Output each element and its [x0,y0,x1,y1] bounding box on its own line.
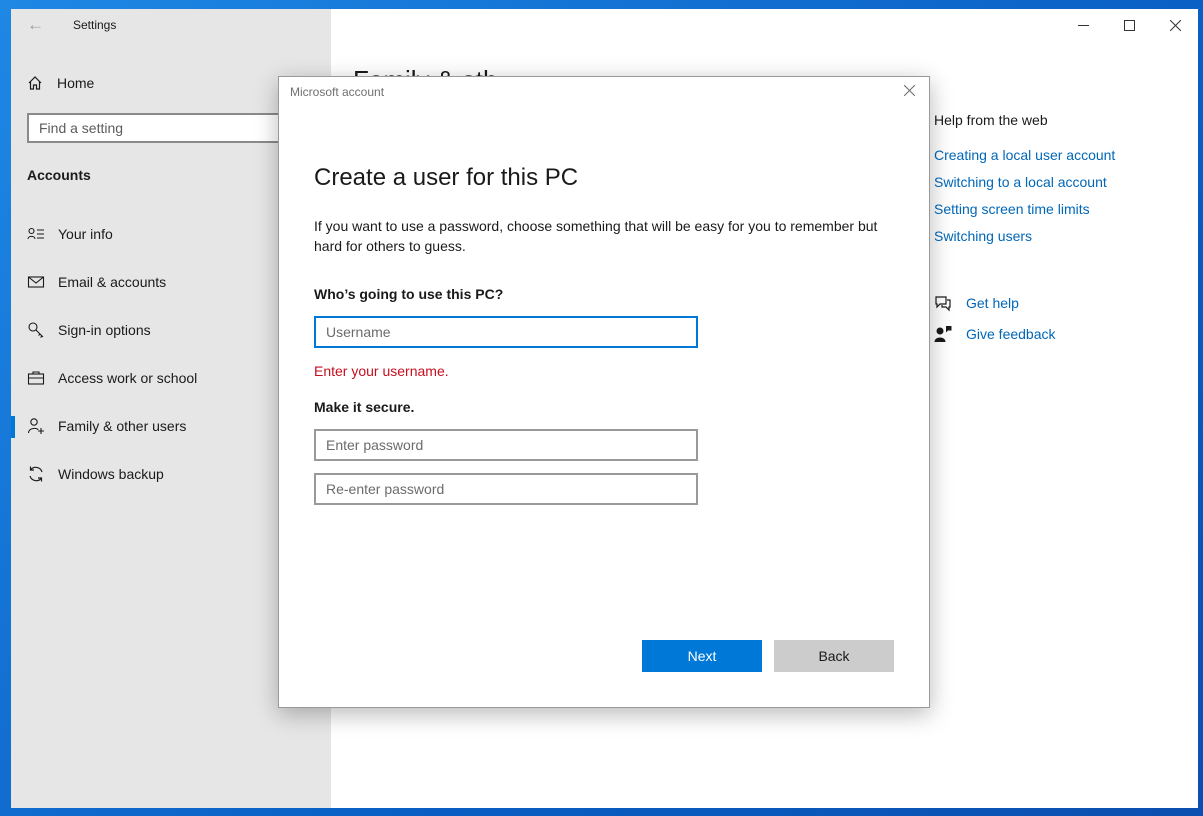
sidebar-item-label: Email & accounts [58,274,167,290]
back-arrow-icon[interactable]: ← [27,15,44,35]
close-window-button[interactable] [1152,9,1198,41]
sync-icon [29,466,43,482]
help-link-creating-local-account[interactable]: Creating a local user account [934,147,1115,163]
help-link-screen-time-limits[interactable]: Setting screen time limits [934,201,1090,217]
home-nav[interactable]: Home [27,72,94,94]
key-icon [28,322,44,338]
microsoft-account-dialog: Microsoft account Create a user for this… [278,76,930,708]
sidebar-item-label: Windows backup [58,466,164,482]
person-card-icon [27,227,44,240]
back-button[interactable]: Back [774,640,894,672]
minimize-button[interactable] [1060,9,1106,41]
sidebar-item-label: Family & other users [58,418,187,434]
title-bar: ← Settings [11,9,331,41]
home-label: Home [57,75,95,91]
help-section-title: Help from the web [934,112,1048,128]
sidebar-item-label: Your info [58,226,113,242]
sidebar-item-label: Access work or school [58,370,198,386]
who-label: Who’s going to use this PC? [314,286,504,302]
password-input[interactable] [314,429,698,461]
get-help-link[interactable]: Get help [934,294,1019,312]
window-title: Settings [73,18,117,32]
chat-help-icon [935,296,951,312]
close-icon [1169,19,1181,31]
minimize-icon [1077,24,1089,26]
section-title: Accounts [27,167,91,183]
username-input[interactable] [314,316,698,348]
maximize-icon [1123,19,1135,31]
username-error: Enter your username. [314,363,449,379]
feedback-icon [934,326,952,342]
briefcase-icon [27,371,45,385]
dialog-description: If you want to use a password, choose so… [314,218,878,254]
reenter-password-input[interactable] [314,473,698,505]
home-icon [28,76,42,90]
help-link-switching-users[interactable]: Switching users [934,228,1032,244]
help-link-switching-local-account[interactable]: Switching to a local account [934,174,1107,190]
mail-icon [27,276,45,288]
close-icon [903,84,916,97]
dialog-heading: Create a user for this PC [314,164,579,191]
person-add-icon [27,418,44,434]
secure-label: Make it secure. [314,399,415,415]
maximize-button[interactable] [1106,9,1152,41]
sidebar-item-label: Sign-in options [58,322,151,338]
next-button[interactable]: Next [642,640,762,672]
dialog-title: Microsoft account [290,85,385,99]
give-feedback-label: Give feedback [966,326,1056,342]
get-help-label: Get help [966,295,1019,311]
window-controls [1060,9,1198,41]
dialog-close-button[interactable] [903,83,916,101]
give-feedback-link[interactable]: Give feedback [934,325,1056,343]
